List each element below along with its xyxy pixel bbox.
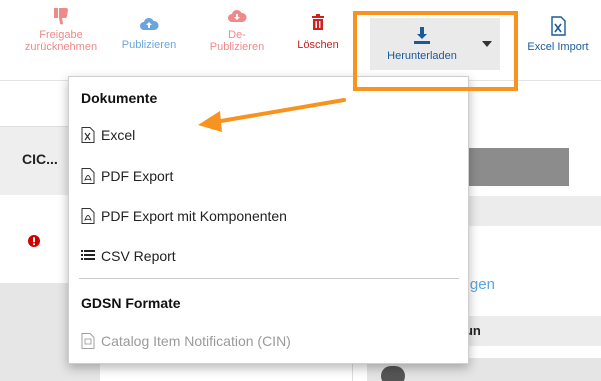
herunterladen-dropdown-menu: Dokumente Excel PDF Export PDF Export mi… — [68, 76, 469, 364]
publizieren-button[interactable]: Publizieren — [112, 6, 186, 51]
trash-icon — [312, 14, 324, 30]
freigabe-zuruecknehmen-label: Freigabe zurücknehmen — [24, 29, 98, 53]
menu-item-label: CSV Report — [101, 248, 176, 264]
menu-item-csv-report[interactable]: CSV Report — [69, 241, 468, 271]
toolbar: Freigabe zurücknehmen Publizieren De-Pub… — [0, 0, 601, 81]
column-header-cic[interactable]: CIC... — [22, 151, 58, 167]
error-icon — [28, 235, 40, 247]
document-icon — [81, 333, 95, 349]
menu-item-pdf-export[interactable]: PDF Export — [69, 161, 468, 191]
loeschen-label: Löschen — [297, 39, 339, 51]
excel-import-label: Excel Import — [527, 41, 589, 53]
menu-item-label: Catalog Item Notification (CIN) — [101, 333, 291, 349]
screen: Freigabe zurücknehmen Publizieren De-Pub… — [0, 0, 601, 381]
menu-item-excel[interactable]: Excel — [69, 120, 468, 150]
thumbs-down-icon — [54, 8, 68, 25]
menu-item-label: PDF Export mit Komponenten — [101, 208, 287, 224]
excel-file-icon — [551, 16, 566, 36]
download-icon — [414, 27, 430, 44]
cloud-upload-icon — [140, 17, 159, 30]
gdsn-formate-heading: GDSN Formate — [81, 295, 181, 311]
pdf-file-icon — [81, 168, 95, 184]
de-publizieren-label: De-Publizieren — [209, 29, 265, 53]
menu-item-pdf-export-komponenten[interactable]: PDF Export mit Komponenten — [69, 201, 468, 231]
excel-file-icon — [81, 127, 95, 143]
herunterladen-button[interactable]: Herunterladen — [370, 18, 474, 70]
herunterladen-label: Herunterladen — [387, 50, 457, 62]
menu-item-label: Excel — [101, 127, 136, 143]
menu-divider — [79, 278, 459, 279]
caret-down-icon — [482, 41, 492, 47]
herunterladen-split-button: Herunterladen — [370, 18, 500, 70]
cloud-download-icon — [228, 9, 247, 22]
herunterladen-dropdown-toggle[interactable] — [474, 18, 500, 70]
pdf-file-icon — [81, 208, 95, 224]
badge — [381, 366, 405, 381]
loeschen-button[interactable]: Löschen — [286, 6, 350, 51]
menu-item-catalog-item-notification[interactable]: Catalog Item Notification (CIN) — [69, 326, 468, 356]
de-publizieren-button[interactable]: De-Publizieren — [196, 6, 278, 53]
dokumente-heading: Dokumente — [81, 90, 158, 106]
freigabe-zuruecknehmen-button[interactable]: Freigabe zurücknehmen — [16, 6, 106, 53]
list-icon — [81, 250, 95, 260]
menu-item-label: PDF Export — [101, 168, 174, 184]
excel-import-button[interactable]: Excel Import — [516, 6, 600, 53]
publizieren-label: Publizieren — [121, 39, 177, 51]
